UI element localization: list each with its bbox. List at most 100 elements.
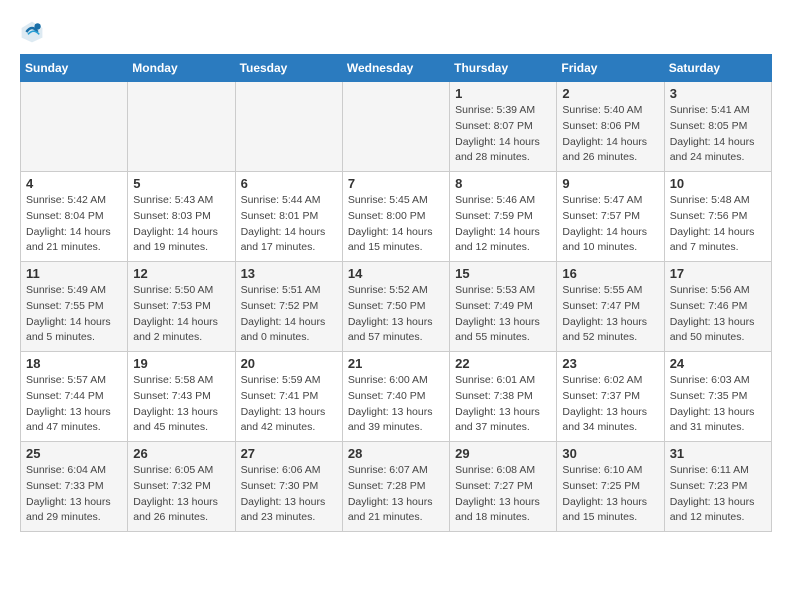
day-info: Sunrise: 5:47 AMSunset: 7:57 PMDaylight:… xyxy=(562,193,658,256)
day-info: Sunrise: 5:55 AMSunset: 7:47 PMDaylight:… xyxy=(562,283,658,346)
calendar-day-cell: 8 Sunrise: 5:46 AMSunset: 7:59 PMDaylight… xyxy=(450,172,557,262)
day-info: Sunrise: 5:43 AMSunset: 8:03 PMDaylight:… xyxy=(133,193,229,256)
day-info: Sunrise: 5:46 AMSunset: 7:59 PMDaylight:… xyxy=(455,193,551,256)
day-number: 20 xyxy=(241,356,337,371)
empty-day-cell xyxy=(235,82,342,172)
day-info: Sunrise: 5:39 AMSunset: 8:07 PMDaylight:… xyxy=(455,103,551,166)
calendar-day-cell: 5 Sunrise: 5:43 AMSunset: 8:03 PMDaylight… xyxy=(128,172,235,262)
day-number: 13 xyxy=(241,266,337,281)
day-info: Sunrise: 5:58 AMSunset: 7:43 PMDaylight:… xyxy=(133,373,229,436)
day-number: 16 xyxy=(562,266,658,281)
calendar-day-cell: 14 Sunrise: 5:52 AMSunset: 7:50 PMDayligh… xyxy=(342,262,449,352)
calendar-day-cell: 11Sunrise: 5:49 AMSunset: 7:55 PMDayligh… xyxy=(21,262,128,352)
calendar-day-cell: 13 Sunrise: 5:51 AMSunset: 7:52 PMDayligh… xyxy=(235,262,342,352)
calendar-day-cell: 3 Sunrise: 5:41 AMSunset: 8:05 PMDaylight… xyxy=(664,82,771,172)
day-number: 3 xyxy=(670,86,766,101)
weekday-header-friday: Friday xyxy=(557,55,664,82)
day-info: Sunrise: 6:08 AMSunset: 7:27 PMDaylight:… xyxy=(455,463,551,526)
calendar-day-cell: 25 Sunrise: 6:04 AMSunset: 7:33 PMDayligh… xyxy=(21,442,128,532)
day-number: 14 xyxy=(348,266,444,281)
day-info: Sunrise: 5:56 AMSunset: 7:46 PMDaylight:… xyxy=(670,283,766,346)
day-number: 8 xyxy=(455,176,551,191)
calendar-day-cell: 20 Sunrise: 5:59 AMSunset: 7:41 PMDayligh… xyxy=(235,352,342,442)
calendar-day-cell: 31 Sunrise: 6:11 AMSunset: 7:23 PMDayligh… xyxy=(664,442,771,532)
day-info: Sunrise: 6:04 AMSunset: 7:33 PMDaylight:… xyxy=(26,463,122,526)
weekday-header-monday: Monday xyxy=(128,55,235,82)
day-number: 7 xyxy=(348,176,444,191)
day-info: Sunrise: 6:10 AMSunset: 7:25 PMDaylight:… xyxy=(562,463,658,526)
day-number: 26 xyxy=(133,446,229,461)
day-number: 18 xyxy=(26,356,122,371)
day-info: Sunrise: 6:07 AMSunset: 7:28 PMDaylight:… xyxy=(348,463,444,526)
weekday-header-sunday: Sunday xyxy=(21,55,128,82)
day-info: Sunrise: 5:53 AMSunset: 7:49 PMDaylight:… xyxy=(455,283,551,346)
logo xyxy=(20,20,48,44)
calendar-day-cell: 21 Sunrise: 6:00 AMSunset: 7:40 PMDayligh… xyxy=(342,352,449,442)
calendar-day-cell: 17 Sunrise: 5:56 AMSunset: 7:46 PMDayligh… xyxy=(664,262,771,352)
day-number: 23 xyxy=(562,356,658,371)
day-info: Sunrise: 5:50 AMSunset: 7:53 PMDaylight:… xyxy=(133,283,229,346)
page-header xyxy=(20,20,772,44)
weekday-header-wednesday: Wednesday xyxy=(342,55,449,82)
empty-day-cell xyxy=(21,82,128,172)
day-info: Sunrise: 5:40 AMSunset: 8:06 PMDaylight:… xyxy=(562,103,658,166)
day-info: Sunrise: 6:00 AMSunset: 7:40 PMDaylight:… xyxy=(348,373,444,436)
calendar-day-cell: 29 Sunrise: 6:08 AMSunset: 7:27 PMDayligh… xyxy=(450,442,557,532)
day-info: Sunrise: 6:02 AMSunset: 7:37 PMDaylight:… xyxy=(562,373,658,436)
day-info: Sunrise: 5:49 AMSunset: 7:55 PMDaylight:… xyxy=(26,283,122,346)
day-number: 27 xyxy=(241,446,337,461)
day-number: 5 xyxy=(133,176,229,191)
day-number: 24 xyxy=(670,356,766,371)
calendar-week-row: 25 Sunrise: 6:04 AMSunset: 7:33 PMDayligh… xyxy=(21,442,772,532)
day-number: 4 xyxy=(26,176,122,191)
day-number: 25 xyxy=(26,446,122,461)
day-number: 21 xyxy=(348,356,444,371)
day-number: 17 xyxy=(670,266,766,281)
calendar-day-cell: 6Sunrise: 5:44 AMSunset: 8:01 PMDaylight… xyxy=(235,172,342,262)
day-number: 29 xyxy=(455,446,551,461)
day-number: 15 xyxy=(455,266,551,281)
day-number: 30 xyxy=(562,446,658,461)
calendar-week-row: 1 Sunrise: 5:39 AMSunset: 8:07 PMDaylight… xyxy=(21,82,772,172)
weekday-header-saturday: Saturday xyxy=(664,55,771,82)
calendar-day-cell: 18 Sunrise: 5:57 AMSunset: 7:44 PMDayligh… xyxy=(21,352,128,442)
calendar-day-cell: 26 Sunrise: 6:05 AMSunset: 7:32 PMDayligh… xyxy=(128,442,235,532)
empty-day-cell xyxy=(342,82,449,172)
day-number: 6 xyxy=(241,176,337,191)
calendar-day-cell: 28 Sunrise: 6:07 AMSunset: 7:28 PMDayligh… xyxy=(342,442,449,532)
day-info: Sunrise: 5:45 AMSunset: 8:00 PMDaylight:… xyxy=(348,193,444,256)
calendar-day-cell: 9Sunrise: 5:47 AMSunset: 7:57 PMDaylight… xyxy=(557,172,664,262)
day-info: Sunrise: 6:05 AMSunset: 7:32 PMDaylight:… xyxy=(133,463,229,526)
day-info: Sunrise: 5:57 AMSunset: 7:44 PMDaylight:… xyxy=(26,373,122,436)
calendar-day-cell: 2 Sunrise: 5:40 AMSunset: 8:06 PMDaylight… xyxy=(557,82,664,172)
day-number: 12 xyxy=(133,266,229,281)
day-info: Sunrise: 6:03 AMSunset: 7:35 PMDaylight:… xyxy=(670,373,766,436)
day-info: Sunrise: 5:52 AMSunset: 7:50 PMDaylight:… xyxy=(348,283,444,346)
calendar-day-cell: 16 Sunrise: 5:55 AMSunset: 7:47 PMDayligh… xyxy=(557,262,664,352)
day-info: Sunrise: 6:11 AMSunset: 7:23 PMDaylight:… xyxy=(670,463,766,526)
weekday-header-tuesday: Tuesday xyxy=(235,55,342,82)
calendar-day-cell: 10Sunrise: 5:48 AMSunset: 7:56 PMDayligh… xyxy=(664,172,771,262)
weekday-header-thursday: Thursday xyxy=(450,55,557,82)
day-number: 2 xyxy=(562,86,658,101)
day-info: Sunrise: 5:41 AMSunset: 8:05 PMDaylight:… xyxy=(670,103,766,166)
logo-icon xyxy=(20,20,44,44)
calendar-day-cell: 19 Sunrise: 5:58 AMSunset: 7:43 PMDayligh… xyxy=(128,352,235,442)
calendar-day-cell: 30 Sunrise: 6:10 AMSunset: 7:25 PMDayligh… xyxy=(557,442,664,532)
calendar-day-cell: 22Sunrise: 6:01 AMSunset: 7:38 PMDayligh… xyxy=(450,352,557,442)
day-info: Sunrise: 5:48 AMSunset: 7:56 PMDaylight:… xyxy=(670,193,766,256)
calendar-day-cell: 1 Sunrise: 5:39 AMSunset: 8:07 PMDaylight… xyxy=(450,82,557,172)
day-info: Sunrise: 6:06 AMSunset: 7:30 PMDaylight:… xyxy=(241,463,337,526)
calendar-table: SundayMondayTuesdayWednesdayThursdayFrid… xyxy=(20,54,772,532)
day-info: Sunrise: 5:59 AMSunset: 7:41 PMDaylight:… xyxy=(241,373,337,436)
weekday-header-row: SundayMondayTuesdayWednesdayThursdayFrid… xyxy=(21,55,772,82)
day-number: 28 xyxy=(348,446,444,461)
day-number: 19 xyxy=(133,356,229,371)
calendar-day-cell: 23 Sunrise: 6:02 AMSunset: 7:37 PMDayligh… xyxy=(557,352,664,442)
day-info: Sunrise: 5:51 AMSunset: 7:52 PMDaylight:… xyxy=(241,283,337,346)
calendar-day-cell: 24 Sunrise: 6:03 AMSunset: 7:35 PMDayligh… xyxy=(664,352,771,442)
day-number: 1 xyxy=(455,86,551,101)
calendar-day-cell: 7 Sunrise: 5:45 AMSunset: 8:00 PMDaylight… xyxy=(342,172,449,262)
day-number: 31 xyxy=(670,446,766,461)
calendar-week-row: 18 Sunrise: 5:57 AMSunset: 7:44 PMDayligh… xyxy=(21,352,772,442)
